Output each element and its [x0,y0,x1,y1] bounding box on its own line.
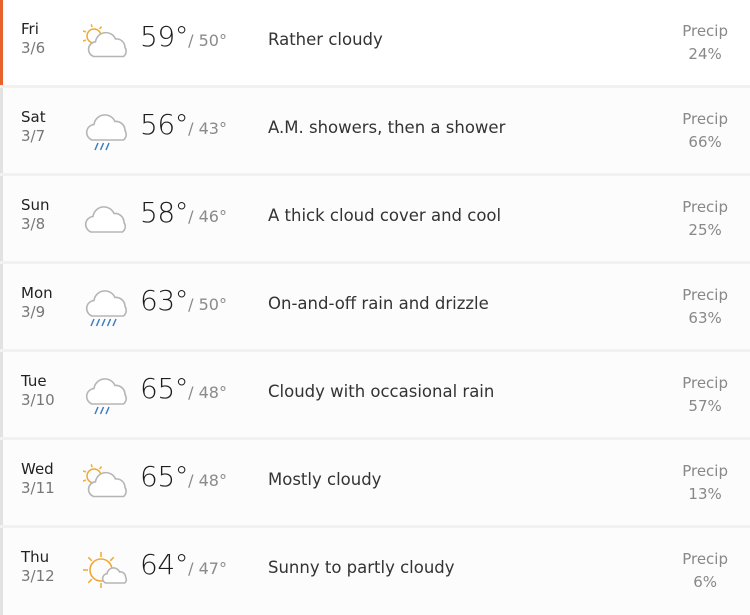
date: 3/7 [21,127,46,145]
high-temp: 63° [140,284,189,317]
day-block: Wed 3/11 [21,460,55,498]
day-of-week: Sun [21,196,50,214]
precip-block: Precip 13% [682,460,728,506]
low-temp: / 48° [188,471,227,490]
temperatures: 65°/ 48° [140,372,227,405]
day-block: Sat 3/7 [21,108,46,146]
forecast-row[interactable]: Mon 3/9 63°/ 50° On-and-off rain and dri… [0,264,750,349]
partly-sunny-cloud-icon [79,22,129,64]
date: 3/12 [21,567,55,585]
precip-block: Precip 66% [682,108,728,154]
sunny-small-cloud-icon [79,550,129,592]
precip-label: Precip [682,374,728,392]
day-of-week: Wed [21,460,54,478]
low-temp: / 50° [188,295,227,314]
partly-sunny-cloud-icon [79,462,129,504]
day-block: Tue 3/10 [21,372,55,410]
precip-value: 25% [688,221,722,239]
weather-phrase: Rather cloudy [268,30,383,49]
date: 3/6 [21,39,46,57]
temperatures: 65°/ 48° [140,460,227,493]
weather-phrase: Mostly cloudy [268,470,382,489]
day-of-week: Sat [21,108,46,126]
forecast-row[interactable]: Sun 3/8 58°/ 46° A thick cloud cover and… [0,176,750,261]
cloud-icon [79,198,129,240]
temperatures: 64°/ 47° [140,548,227,581]
precip-value: 24% [688,45,722,63]
high-temp: 56° [140,108,189,141]
precip-value: 66% [688,133,722,151]
precip-block: Precip 6% [682,548,728,594]
high-temp: 59° [140,20,189,53]
day-block: Mon 3/9 [21,284,53,322]
forecast-row[interactable]: Sat 3/7 56°/ 43° A.M. showers, then a sh… [0,88,750,173]
weather-phrase: Sunny to partly cloudy [268,558,455,577]
day-of-week: Tue [21,372,47,390]
weather-phrase: Cloudy with occasional rain [268,382,495,401]
high-temp: 64° [140,548,189,581]
cloud-heavy-rain-icon [79,286,129,328]
day-block: Sun 3/8 [21,196,50,234]
weather-phrase: On-and-off rain and drizzle [268,294,489,313]
day-of-week: Mon [21,284,53,302]
forecast-row[interactable]: Thu 3/12 64°/ 47° Sunny to partly cloudy… [0,528,750,615]
low-temp: / 47° [188,559,227,578]
precip-block: Precip 24% [682,20,728,66]
temperatures: 59°/ 50° [140,20,227,53]
precip-label: Precip [682,110,728,128]
precip-label: Precip [682,462,728,480]
low-temp: / 50° [188,31,227,50]
day-of-week: Thu [21,548,50,566]
low-temp: / 46° [188,207,227,226]
precip-label: Precip [682,198,728,216]
temperatures: 58°/ 46° [140,196,227,229]
forecast-row[interactable]: Wed 3/11 65°/ 48° Mostly cloudy Precip 1… [0,440,750,525]
day-block: Fri 3/6 [21,20,45,58]
precip-block: Precip 63% [682,284,728,330]
precip-value: 6% [693,573,717,591]
cloud-rain-icon [79,374,129,416]
date: 3/10 [21,391,55,409]
low-temp: / 48° [188,383,227,402]
temperatures: 63°/ 50° [140,284,227,317]
precip-block: Precip 57% [682,372,728,418]
forecast-row[interactable]: Fri 3/6 59°/ 50° Rather cloudy Precip 24… [0,0,750,85]
high-temp: 65° [140,460,189,493]
precip-label: Precip [682,22,728,40]
day-of-week: Fri [21,20,39,38]
high-temp: 58° [140,196,189,229]
precip-block: Precip 25% [682,196,728,242]
date: 3/8 [21,215,46,233]
forecast-row[interactable]: Tue 3/10 65°/ 48° Cloudy with occasional… [0,352,750,437]
low-temp: / 43° [188,119,227,138]
date: 3/11 [21,479,55,497]
daily-forecast-list: Fri 3/6 59°/ 50° Rather cloudy Precip 24… [0,0,750,615]
weather-phrase: A.M. showers, then a shower [268,118,506,137]
precip-value: 63% [688,309,722,327]
precip-label: Precip [682,286,728,304]
day-block: Thu 3/12 [21,548,55,586]
precip-label: Precip [682,550,728,568]
date: 3/9 [21,303,46,321]
precip-value: 57% [688,397,722,415]
cloud-rain-icon [79,110,129,152]
temperatures: 56°/ 43° [140,108,227,141]
weather-phrase: A thick cloud cover and cool [268,206,502,225]
high-temp: 65° [140,372,189,405]
precip-value: 13% [688,485,722,503]
